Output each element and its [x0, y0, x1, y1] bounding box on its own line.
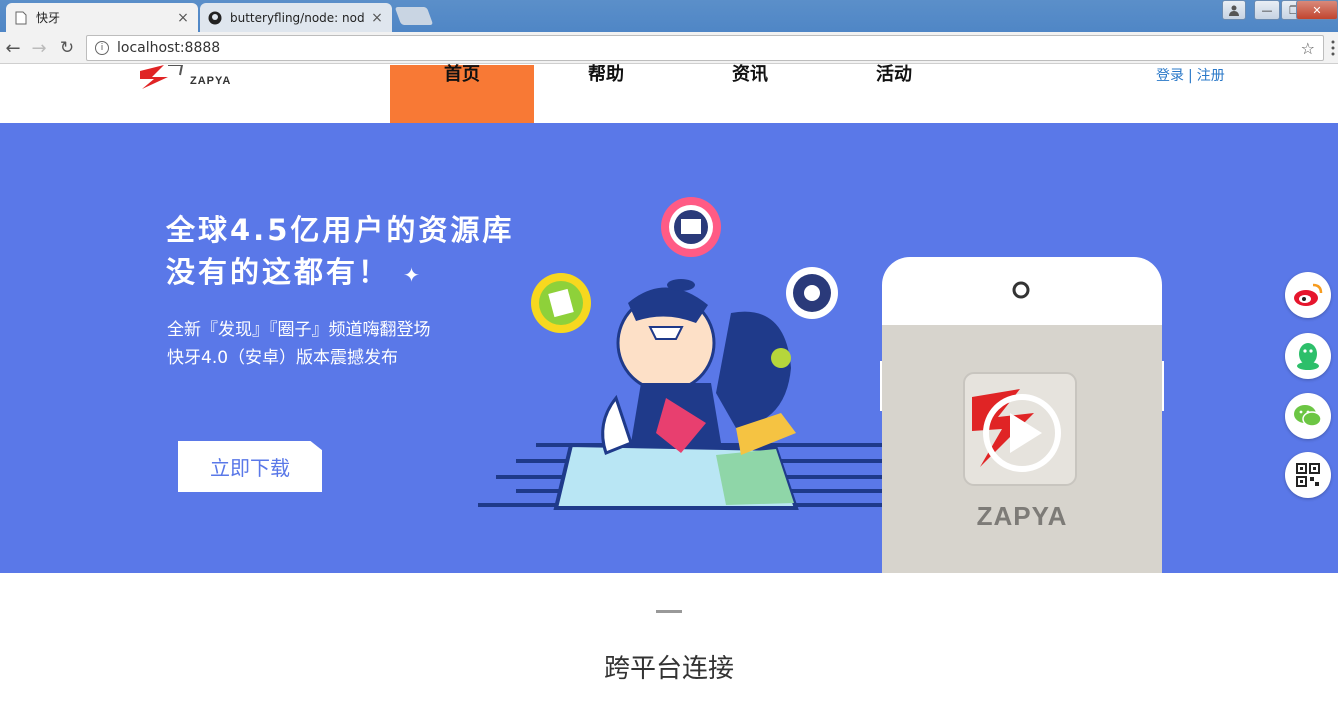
wechat-button[interactable]: [1285, 393, 1331, 439]
main-nav: 首页 帮助 资讯 活动: [390, 65, 966, 123]
close-icon[interactable]: ×: [176, 10, 190, 26]
page-icon: [14, 11, 28, 25]
bookmark-star-icon[interactable]: ☆: [1301, 39, 1315, 58]
download-button[interactable]: 立即下载: [178, 441, 322, 492]
qq-icon: [1297, 343, 1319, 370]
site-logo[interactable]: ZAPYA: [138, 64, 238, 91]
paw-badge-icon: [531, 273, 591, 333]
headline-line-1: 全球4.5亿用户的资源库: [166, 213, 515, 247]
user-icon[interactable]: [1222, 0, 1246, 20]
music-badge-icon: [786, 267, 838, 319]
folder-badge-icon: [661, 197, 721, 257]
minimize-button[interactable]: —: [1254, 0, 1280, 20]
hero-subline: 全新『发现』『圈子』频道嗨翻登场 快牙4.0（安卓）版本震撼发布: [167, 316, 431, 372]
site-header: ZAPYA 首页 帮助 资讯 活动 登录 | 注册: [0, 64, 1338, 123]
nav-item-home[interactable]: 首页: [390, 65, 534, 123]
headline-line-2: 没有的这都有！ ✦: [166, 255, 423, 289]
section-divider: [656, 610, 682, 613]
hero-illustration: [478, 197, 886, 510]
auth-separator: |: [1188, 68, 1193, 84]
nav-item-news[interactable]: 资讯: [678, 65, 822, 123]
browser-toolbar: ← → ↻ i localhost:8888 ☆: [0, 32, 1338, 64]
tab-title: 快牙: [36, 11, 61, 25]
close-icon[interactable]: ×: [370, 10, 384, 26]
hero-banner: 全球4.5亿用户的资源库 没有的这都有！ ✦ 全新『发现』『圈子』频道嗨翻登场 …: [0, 123, 1338, 573]
tab-kuaiya[interactable]: 快牙 ×: [6, 3, 198, 32]
register-link[interactable]: 注册: [1197, 68, 1225, 84]
tab-title: butteryfling/node: nod: [230, 10, 365, 25]
window-close-button[interactable]: ✕: [1296, 0, 1338, 20]
wechat-icon: [1294, 405, 1322, 427]
github-icon: [208, 11, 222, 25]
forward-icon[interactable]: →: [28, 38, 50, 59]
subline-1: 全新『发现』『圈子』频道嗨翻登场: [167, 320, 431, 340]
new-tab-button[interactable]: [394, 7, 434, 25]
logo-text: ZAPYA: [190, 75, 232, 87]
zapya-logo-icon: [140, 64, 184, 89]
browser-menu-icon[interactable]: [1330, 40, 1336, 60]
qrcode-icon: [1296, 463, 1320, 487]
hero-headline: 全球4.5亿用户的资源库 没有的这都有！ ✦: [166, 209, 514, 296]
section-title: 跨平台连接: [603, 654, 734, 684]
qrcode-button[interactable]: [1285, 452, 1331, 498]
login-link[interactable]: 登录: [1156, 68, 1184, 84]
weibo-icon: [1294, 283, 1323, 306]
phone-brand-text: ZAPYA: [976, 501, 1068, 531]
qq-button[interactable]: [1285, 333, 1331, 379]
url-text: localhost:8888: [117, 40, 221, 56]
nav-item-events[interactable]: 活动: [822, 65, 966, 123]
browser-titlebar: 快牙 × butteryfling/node: nod × — ❐ ✕: [0, 0, 1338, 32]
info-icon[interactable]: i: [95, 41, 109, 55]
tab-github[interactable]: butteryfling/node: nod ×: [200, 3, 392, 32]
auth-links: 登录 | 注册: [1156, 65, 1225, 85]
back-icon[interactable]: ←: [2, 38, 24, 59]
sparkle-icon: ✦: [403, 263, 423, 287]
weibo-button[interactable]: [1285, 272, 1331, 318]
subline-2: 快牙4.0（安卓）版本震撼发布: [167, 348, 399, 368]
address-bar[interactable]: i localhost:8888 ☆: [86, 35, 1324, 61]
nav-item-help[interactable]: 帮助: [534, 65, 678, 123]
reload-icon[interactable]: ↻: [56, 38, 78, 58]
